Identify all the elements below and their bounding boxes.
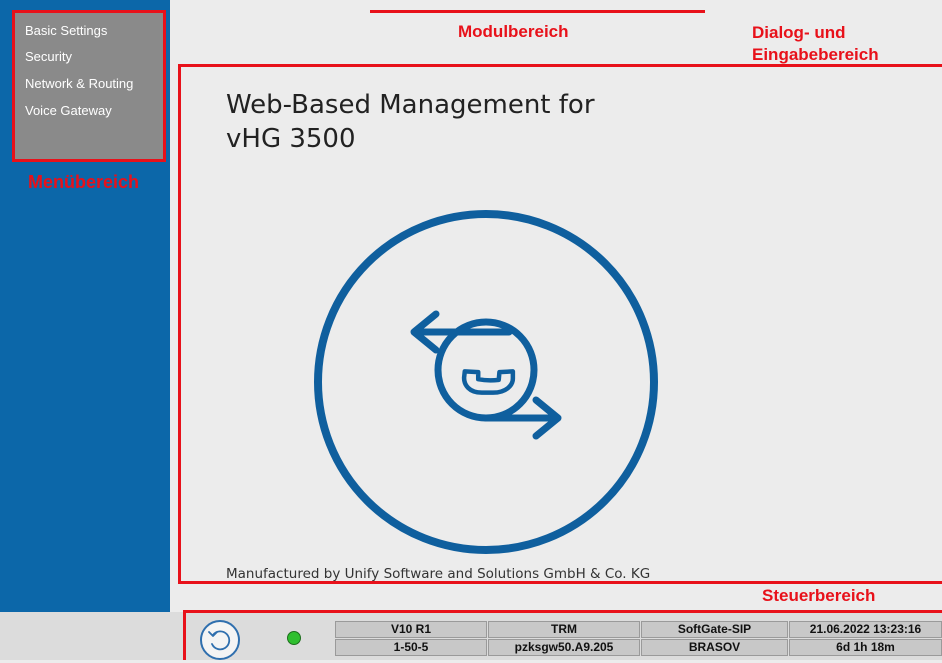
dialog-area-label-line2: Eingabebereich xyxy=(752,45,879,64)
menu-area: Basic Settings Security Network & Routin… xyxy=(12,10,166,162)
control-area-label: Steuerbereich xyxy=(762,586,876,605)
menu-item-voice-gateway[interactable]: Voice Gateway xyxy=(25,103,112,118)
menu-item-basic-settings[interactable]: Basic Settings xyxy=(25,23,107,38)
page-title-line2: vHG 3500 xyxy=(226,124,356,154)
reload-button[interactable] xyxy=(200,620,240,660)
reload-icon xyxy=(208,630,231,651)
status-location: BRASOV xyxy=(641,639,788,656)
module-area-label: Modulbereich xyxy=(458,22,569,41)
dialog-area-label-line1: Dialog- und xyxy=(752,23,846,42)
menu-area-label: Menübereich xyxy=(28,172,140,192)
dialog-area-label: Dialog- und Eingabebereich xyxy=(752,22,879,66)
status-led xyxy=(287,631,301,645)
status-mode: TRM xyxy=(488,621,640,638)
status-version: V10 R1 xyxy=(335,621,487,638)
status-build: pzksgw50.A9.205 xyxy=(488,639,640,656)
manufacturer-text: Manufactured by Unify Software and Solut… xyxy=(226,566,651,582)
status-id: 1-50-5 xyxy=(335,639,487,656)
menu-item-security[interactable]: Security xyxy=(25,49,72,64)
gateway-logo-icon xyxy=(314,210,658,554)
menu-item-network-routing[interactable]: Network & Routing xyxy=(25,76,133,91)
status-uptime: 6d 1h 18m xyxy=(789,639,942,656)
module-area-marker xyxy=(370,10,705,13)
page-title: Web-Based Management for vHG 3500 xyxy=(226,88,595,156)
status-type: SoftGate-SIP xyxy=(641,621,788,638)
page-title-line1: Web-Based Management for xyxy=(226,90,595,120)
status-datetime: 21.06.2022 13:23:16 xyxy=(789,621,942,638)
